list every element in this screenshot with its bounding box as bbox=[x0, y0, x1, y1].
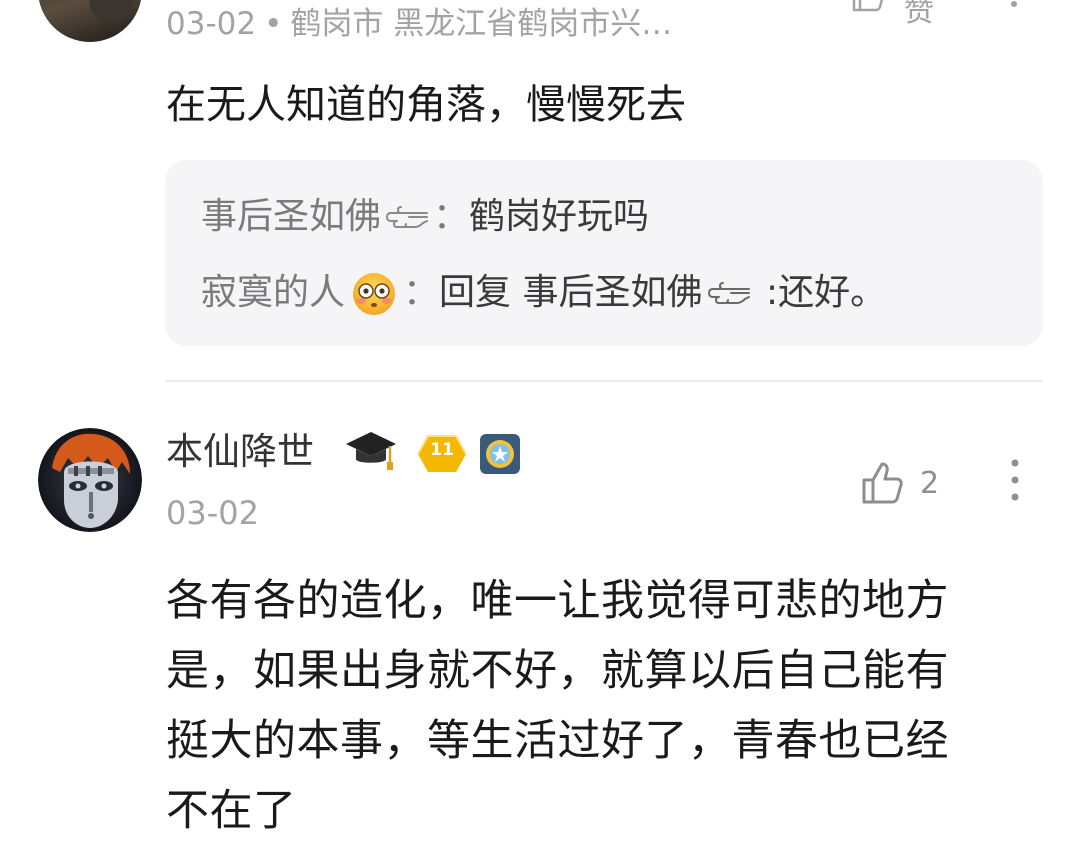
reply-colon: ： bbox=[403, 272, 440, 313]
backhand-index-pointing-left-icon bbox=[707, 282, 750, 304]
comment-date: 03-02 bbox=[166, 494, 259, 532]
thumbs-up-icon[interactable] bbox=[850, 0, 886, 12]
reply-text: 鹤岗好玩吗 bbox=[469, 196, 650, 237]
reply-to-user[interactable]: 事后圣如佛 bbox=[522, 272, 702, 313]
comment-content: 在无人知道的角落，慢慢死去 bbox=[166, 82, 686, 128]
username[interactable]: 本仙降世 bbox=[166, 428, 314, 476]
comment-content-line: 挺大的本事，等生活过好了，青春也已经 bbox=[166, 716, 949, 766]
more-options-icon[interactable] bbox=[1006, 458, 1024, 502]
medal-badge-icon bbox=[480, 434, 520, 474]
comment-content: 各有各的造化，唯一让我觉得可悲的地方 是，如果出身就不好，就算以后自己能有 挺大… bbox=[166, 566, 1046, 846]
thumbs-up-icon[interactable] bbox=[860, 458, 906, 506]
avatar[interactable] bbox=[38, 428, 142, 532]
comment-content-line: 各有各的造化，唯一让我觉得可悲的地方 bbox=[166, 576, 949, 626]
reply-colon: ： bbox=[433, 196, 470, 237]
like-count[interactable]: 2 bbox=[920, 466, 939, 501]
comment-content-line: 不在了 bbox=[166, 786, 297, 836]
comment-content-line: 是，如果出身就不好，就算以后自己能有 bbox=[166, 646, 949, 696]
avatar[interactable] bbox=[38, 0, 142, 42]
comment-date: 03-02 bbox=[166, 6, 257, 42]
reply-author[interactable]: 寂寞的人 bbox=[201, 272, 345, 313]
comment-location: 鹤岗市 黑龙江省鹤岗市兴… bbox=[290, 6, 673, 42]
reply-text: :还好。 bbox=[754, 272, 887, 313]
graduation-cap-icon bbox=[346, 432, 396, 470]
reply-item[interactable]: 事后圣如佛 ：鹤岗好玩吗 bbox=[201, 194, 649, 240]
flushed-face-icon bbox=[353, 273, 396, 315]
comment-divider bbox=[165, 380, 1043, 382]
like-label[interactable]: 赞 bbox=[904, 0, 934, 30]
reply-prefix: 回复 bbox=[439, 272, 523, 313]
reply-author[interactable]: 事后圣如佛 bbox=[201, 196, 381, 237]
level-number: 11 bbox=[430, 440, 454, 460]
comment-meta: 03-02 • 鹤岗市 黑龙江省鹤岗市兴… bbox=[166, 4, 672, 44]
meta-separator: • bbox=[264, 6, 283, 42]
reply-list[interactable]: 事后圣如佛 ：鹤岗好玩吗 寂寞的人 ：回复 事后圣如佛 :还好。 bbox=[165, 160, 1043, 346]
backhand-index-pointing-left-icon bbox=[386, 206, 429, 228]
reply-item[interactable]: 寂寞的人 ：回复 事后圣如佛 :还好。 bbox=[201, 270, 886, 317]
more-options-icon[interactable] bbox=[1006, 0, 1022, 12]
